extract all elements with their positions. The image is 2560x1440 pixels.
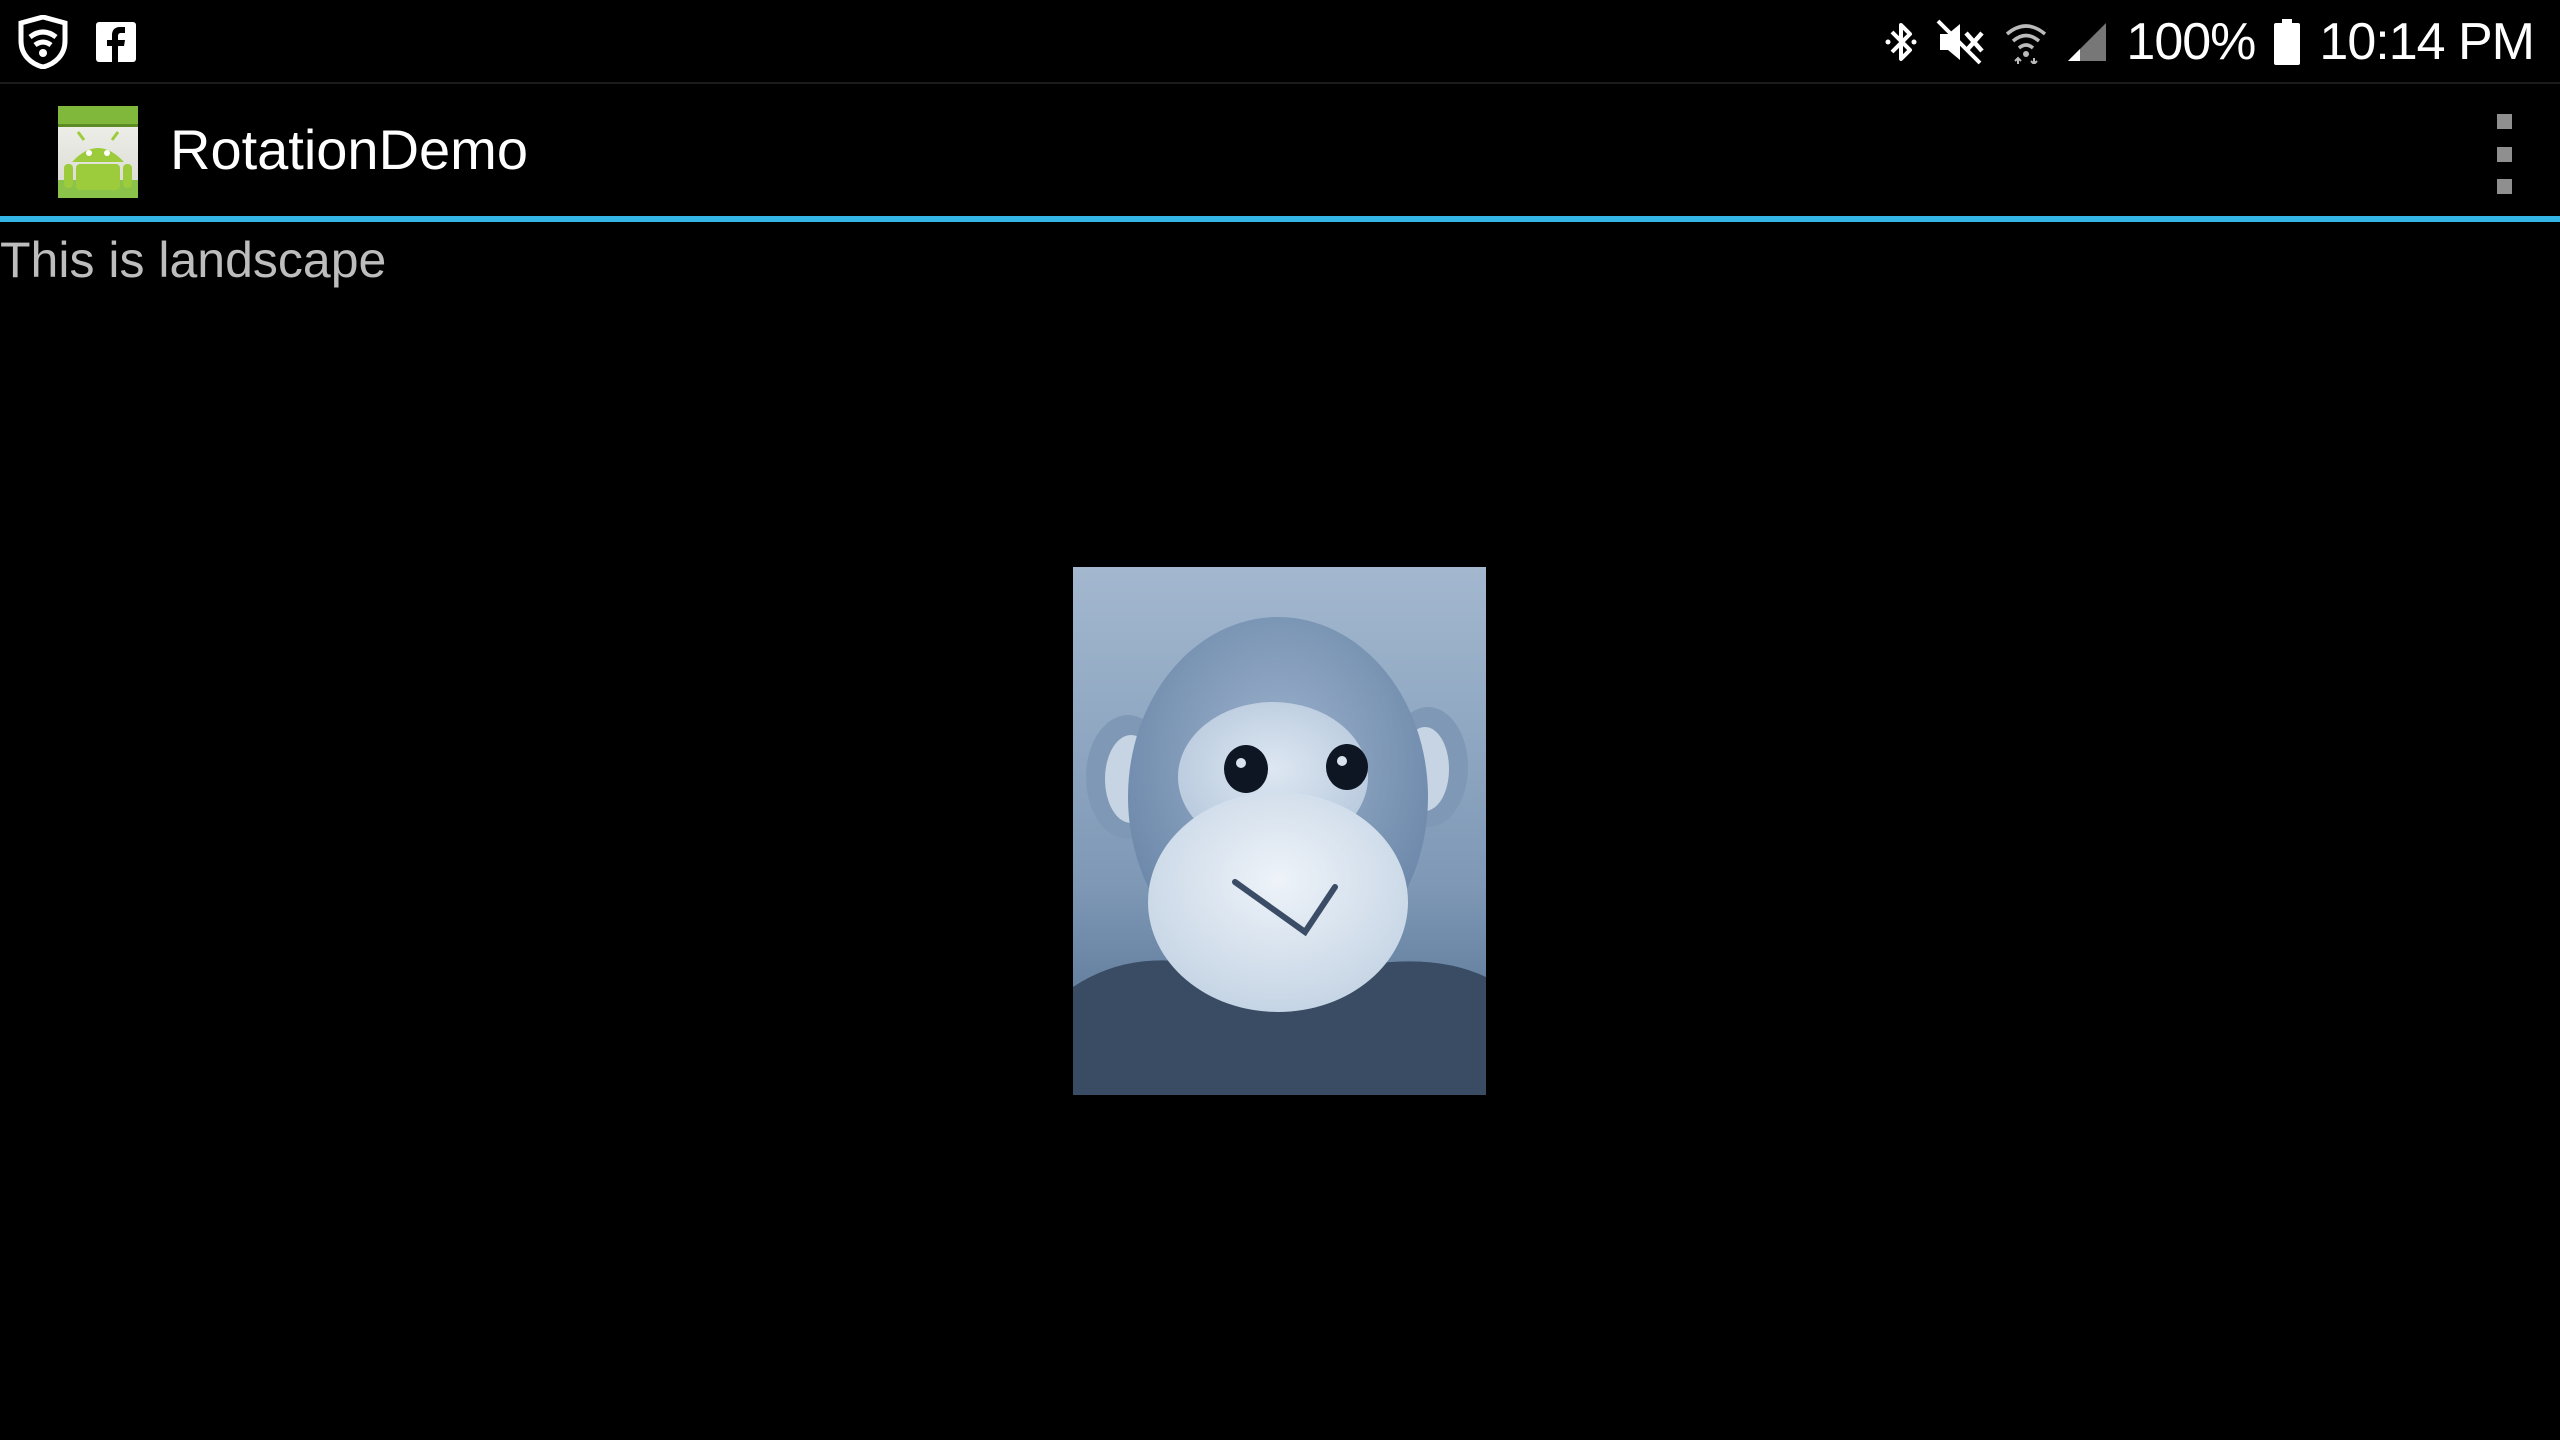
status-bar-right: 100% 10:14 PM — [1884, 10, 2535, 74]
content-area: This is landscape — [0, 222, 2560, 1440]
monkey-plush-photo — [1073, 567, 1486, 1095]
action-bar: RotationDemo — [0, 84, 2560, 216]
screen: 100% 10:14 PM RotationDemo This is lands… — [0, 0, 2560, 1440]
shield-wifi-icon — [18, 15, 68, 69]
orientation-label: This is landscape — [0, 232, 387, 288]
battery-percent: 100% — [2126, 13, 2256, 71]
android-app-icon[interactable] — [58, 106, 138, 198]
overflow-dot — [2496, 114, 2512, 129]
facebook-icon — [96, 22, 136, 62]
bluetooth-icon — [1884, 18, 1918, 66]
overflow-menu-icon[interactable] — [2482, 114, 2526, 194]
mute-icon — [1936, 19, 1986, 65]
overflow-dot — [2496, 146, 2512, 162]
app-title: RotationDemo — [170, 118, 528, 181]
overflow-dot — [2496, 179, 2512, 194]
status-bar: 100% 10:14 PM — [0, 0, 2560, 84]
status-bar-left — [18, 14, 136, 70]
cell-signal-icon — [2066, 21, 2108, 63]
wifi-icon — [2004, 20, 2048, 64]
battery-icon — [2273, 19, 2301, 65]
clock: 10:14 PM — [2319, 13, 2535, 71]
